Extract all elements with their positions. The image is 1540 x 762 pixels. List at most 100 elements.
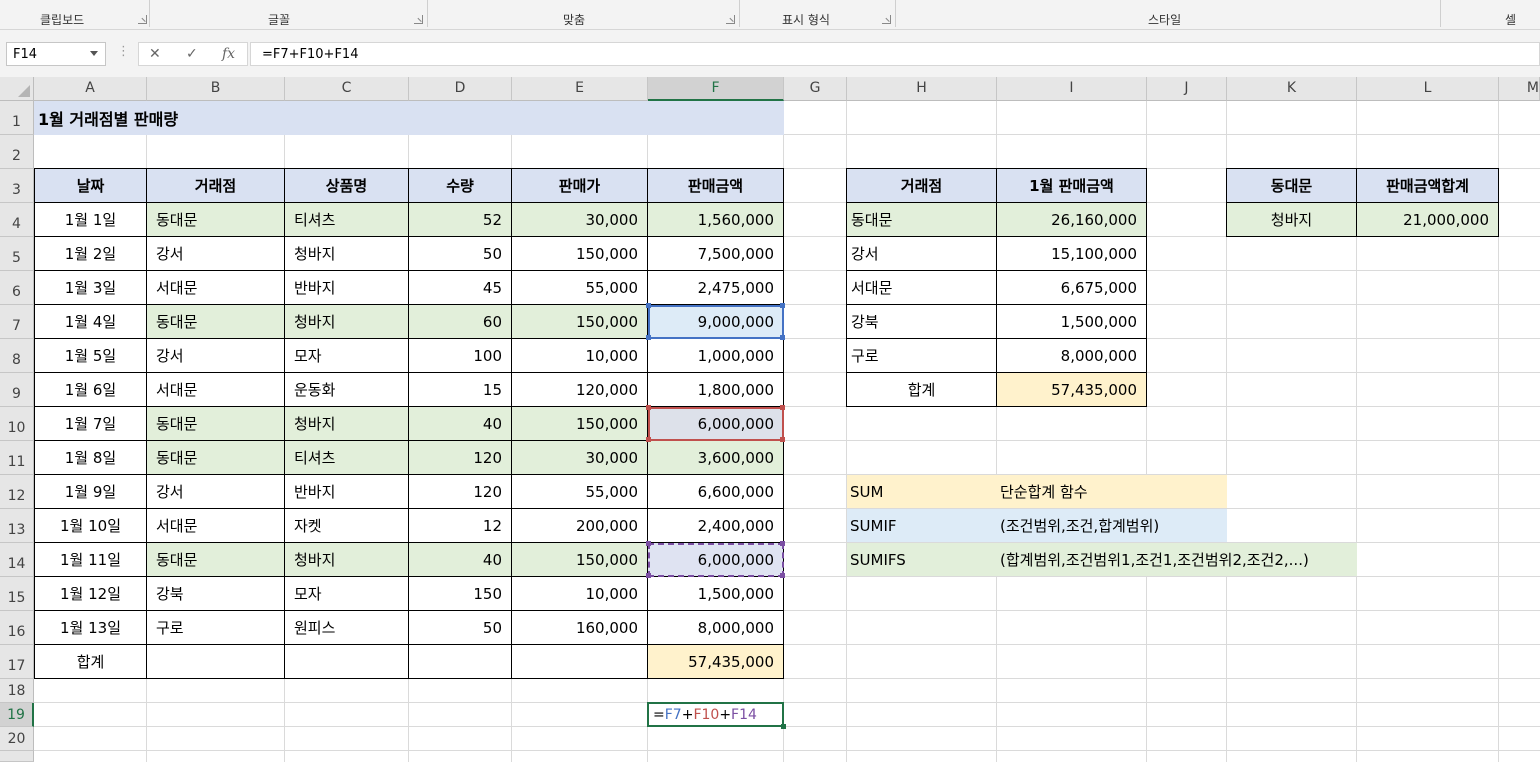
summary-amount[interactable]: 1,500,000 xyxy=(997,305,1147,339)
table-cell[interactable]: 60 xyxy=(409,305,512,339)
summary-store[interactable]: 강북 xyxy=(846,305,997,339)
table-cell[interactable]: 2,475,000 xyxy=(648,271,784,305)
table-cell[interactable]: 청바지 xyxy=(285,543,409,577)
table-cell[interactable]: 서대문 xyxy=(147,373,285,407)
column-header-e[interactable]: E xyxy=(512,77,648,101)
table-cell[interactable]: 운동화 xyxy=(285,373,409,407)
row-header-5[interactable]: 5 xyxy=(0,237,34,271)
row-header-21[interactable] xyxy=(0,751,34,762)
summary-store[interactable]: 동대문 xyxy=(846,203,997,237)
summary-store[interactable]: 강서 xyxy=(846,237,997,271)
table-cell[interactable]: 1월 12일 xyxy=(34,577,147,611)
table-cell[interactable]: 30,000 xyxy=(512,203,648,237)
table-cell[interactable]: 30,000 xyxy=(512,441,648,475)
column-header-a[interactable]: A xyxy=(34,77,147,101)
table-cell[interactable]: 1,500,000 xyxy=(648,577,784,611)
table-cell[interactable]: 서대문 xyxy=(147,271,285,305)
table-cell[interactable]: 40 xyxy=(409,543,512,577)
column-header-d[interactable]: D xyxy=(409,77,512,101)
table-cell[interactable]: 3,600,000 xyxy=(648,441,784,475)
row-header-11[interactable]: 11 xyxy=(0,441,34,475)
table-cell[interactable]: 1월 13일 xyxy=(34,611,147,645)
table-cell[interactable]: 160,000 xyxy=(512,611,648,645)
criteria-amount[interactable]: 21,000,000 xyxy=(1357,203,1499,237)
ref-handle[interactable] xyxy=(646,303,651,308)
summary-header-store[interactable]: 거래점 xyxy=(846,168,997,203)
table-cell[interactable]: 강북 xyxy=(147,577,285,611)
summary-amount[interactable]: 15,100,000 xyxy=(997,237,1147,271)
ref-handle[interactable] xyxy=(646,437,651,442)
criteria-header-amount[interactable]: 판매금액합계 xyxy=(1357,168,1499,203)
note-row-sumifs[interactable]: SUMIFS (합계범위,조건범위1,조건1,조건범위2,조건2,...) xyxy=(847,543,1357,576)
row-header-1[interactable]: 1 xyxy=(0,101,34,135)
row-header-20[interactable]: 20 xyxy=(0,727,34,751)
table-cell[interactable]: 동대문 xyxy=(147,441,285,475)
ref-handle[interactable] xyxy=(780,303,785,308)
summary-amount[interactable]: 6,675,000 xyxy=(997,271,1147,305)
table-cell[interactable]: 100 xyxy=(409,339,512,373)
column-header-g[interactable]: G xyxy=(784,77,847,101)
referenced-cell-f7[interactable]: 9,000,000 xyxy=(648,305,784,339)
row-header-14[interactable]: 14 xyxy=(0,543,34,577)
table-cell[interactable]: 구로 xyxy=(147,611,285,645)
header-amount[interactable]: 판매금액 xyxy=(648,168,784,203)
header-product[interactable]: 상품명 xyxy=(285,168,409,203)
table-cell[interactable] xyxy=(285,645,409,679)
table-cell[interactable]: 청바지 xyxy=(285,305,409,339)
table-cell[interactable]: 모자 xyxy=(285,339,409,373)
summary-store[interactable]: 서대문 xyxy=(846,271,997,305)
number-launcher-icon[interactable] xyxy=(882,15,891,24)
table-cell[interactable] xyxy=(512,645,648,679)
table-cell[interactable]: 150,000 xyxy=(512,407,648,441)
table-cell[interactable]: 1월 8일 xyxy=(34,441,147,475)
table-cell[interactable]: 45 xyxy=(409,271,512,305)
table-cell[interactable]: 150,000 xyxy=(512,543,648,577)
table-cell[interactable]: 티셔츠 xyxy=(285,203,409,237)
note-row-sumif[interactable]: SUMIF (조건범위,조건,합계범위) xyxy=(847,509,1227,542)
function-icon[interactable]: fx xyxy=(222,46,235,62)
table-cell[interactable]: 1월 10일 xyxy=(34,509,147,543)
table-cell[interactable]: 서대문 xyxy=(147,509,285,543)
ribbon-group-font[interactable]: 글꼴 xyxy=(268,11,290,28)
table-cell[interactable]: 청바지 xyxy=(285,407,409,441)
table-cell[interactable]: 1월 9일 xyxy=(34,475,147,509)
summary-store[interactable]: 구로 xyxy=(846,339,997,373)
table-cell[interactable]: 동대문 xyxy=(147,203,285,237)
table-cell[interactable]: 50 xyxy=(409,237,512,271)
table-cell[interactable]: 10,000 xyxy=(512,577,648,611)
clipboard-launcher-icon[interactable] xyxy=(138,15,147,24)
referenced-cell-f14[interactable]: 6,000,000 xyxy=(648,543,784,577)
row-header-7[interactable]: 7 xyxy=(0,305,34,339)
table-cell[interactable]: 동대문 xyxy=(147,407,285,441)
summary-amount[interactable]: 26,160,000 xyxy=(997,203,1147,237)
table-cell[interactable]: 1월 6일 xyxy=(34,373,147,407)
table-cell[interactable]: 55,000 xyxy=(512,475,648,509)
column-header-i[interactable]: I xyxy=(997,77,1147,101)
active-cell-editor[interactable]: = F7 + F10 + F14 xyxy=(647,702,784,727)
table-cell[interactable]: 120,000 xyxy=(512,373,648,407)
table-cell[interactable]: 1,800,000 xyxy=(648,373,784,407)
table-cell[interactable]: 7,500,000 xyxy=(648,237,784,271)
column-header-h[interactable]: H xyxy=(847,77,997,101)
row-header-17[interactable]: 17 xyxy=(0,645,34,679)
table-cell[interactable]: 6,600,000 xyxy=(648,475,784,509)
table-cell[interactable]: 동대문 xyxy=(147,305,285,339)
sheet-title[interactable]: 1월 거래점별 판매량 xyxy=(34,101,784,135)
fill-handle[interactable] xyxy=(781,724,786,729)
table-cell[interactable]: 1월 11일 xyxy=(34,543,147,577)
summary-amount[interactable]: 8,000,000 xyxy=(997,339,1147,373)
table-cell[interactable]: 1월 1일 xyxy=(34,203,147,237)
table-cell[interactable] xyxy=(409,645,512,679)
note-row-sum[interactable]: SUM 단순합계 함수 xyxy=(847,475,1227,508)
table-cell[interactable]: 2,400,000 xyxy=(648,509,784,543)
cancel-icon[interactable]: ✕ xyxy=(149,46,161,62)
table-cell[interactable] xyxy=(147,645,285,679)
table-cell[interactable]: 강서 xyxy=(147,475,285,509)
row-header-15[interactable]: 15 xyxy=(0,577,34,611)
total-amount[interactable]: 57,435,000 xyxy=(648,645,784,679)
row-header-12[interactable]: 12 xyxy=(0,475,34,509)
row-header-4[interactable]: 4 xyxy=(0,203,34,237)
table-cell[interactable]: 강서 xyxy=(147,339,285,373)
ref-handle[interactable] xyxy=(646,405,651,410)
column-header-k[interactable]: K xyxy=(1227,77,1357,101)
